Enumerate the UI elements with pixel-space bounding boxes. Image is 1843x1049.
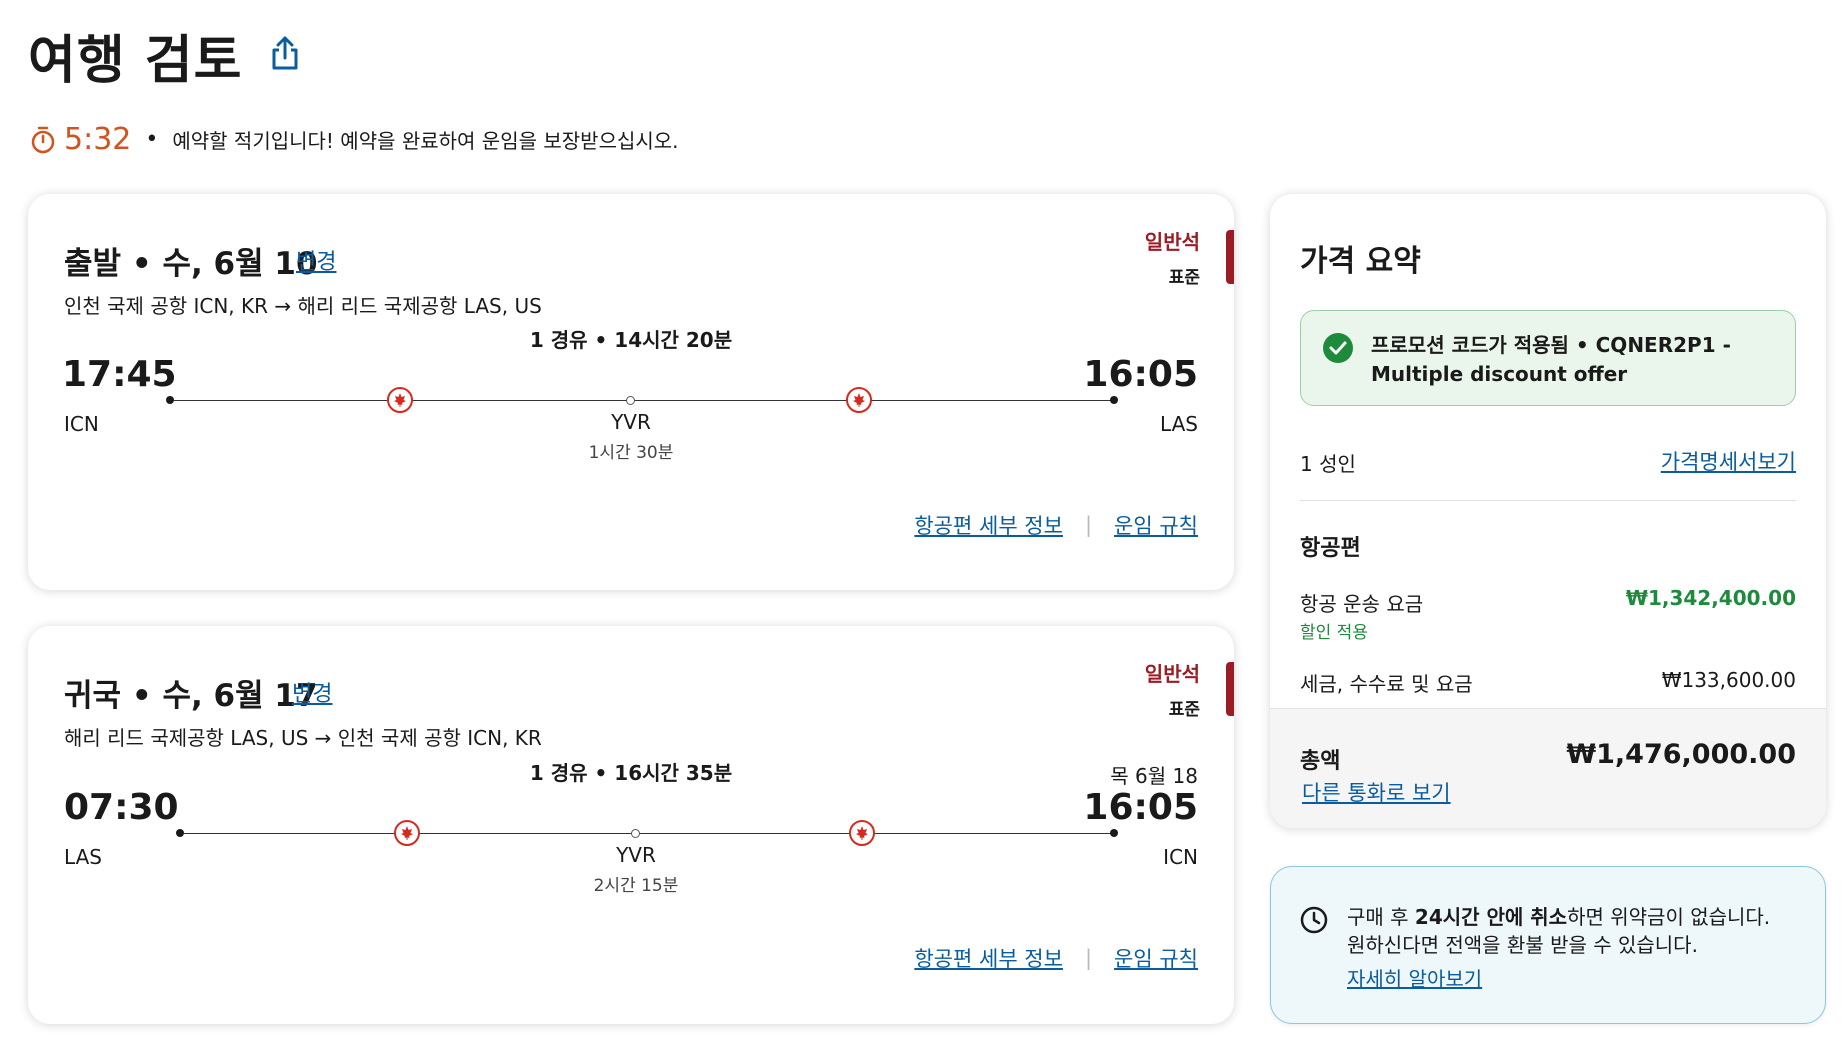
cabin-indicator-bar	[1226, 662, 1234, 716]
clock-icon	[1299, 905, 1329, 935]
base-fare-label: 항공 운송 요금	[1300, 592, 1424, 616]
departure-time: 07:30	[64, 787, 179, 828]
stopover-code: YVR	[616, 843, 656, 867]
change-flight-button[interactable]: 변경	[296, 244, 336, 276]
stopwatch-icon	[30, 126, 56, 154]
route-start-dot	[166, 396, 174, 404]
route-line	[184, 833, 1112, 834]
page-title: 여행 검토	[28, 31, 243, 91]
cancellation-info-card: 구매 후 24시간 안에 취소하면 위약금이 없습니다. 원하신다면 전액을 환…	[1270, 866, 1826, 1024]
flight-details-link[interactable]: 항공편 세부 정보	[914, 510, 1063, 540]
booking-timer: 5:32 • 예약할 적기입니다! 예약을 완료하여 운임을 보장받으십시오.	[30, 122, 679, 157]
passenger-count: 1 성인	[1300, 452, 1356, 476]
cabin-name: 일반석	[1144, 662, 1200, 686]
stopover-dot	[626, 396, 635, 405]
arrival-time: 16:05	[1083, 354, 1198, 395]
flight-route: 인천 국제 공항 ICN, KR → 해리 리드 국제공항 LAS, US	[64, 294, 542, 318]
other-currency-link[interactable]: 다른 통화로 보기	[1302, 777, 1451, 807]
cabin-indicator-bar	[1226, 230, 1234, 284]
flight-title: 귀국 • 수, 6월 17	[64, 678, 318, 714]
maple-leaf-icon	[387, 387, 413, 413]
total-value: ₩1,476,000.00	[1566, 739, 1796, 770]
promo-code-banner: 프로모션 코드가 적용됨 • CQNER2P1 - Multiple disco…	[1300, 310, 1796, 406]
price-summary-card: 가격 요약 프로모션 코드가 적용됨 • CQNER2P1 - Multiple…	[1270, 194, 1826, 828]
departure-code: ICN	[64, 412, 99, 436]
flight-links: 항공편 세부 정보 | 운임 규칙	[914, 510, 1198, 540]
maple-leaf-icon	[846, 387, 872, 413]
flights-section-title: 항공편	[1300, 536, 1361, 561]
base-fare-value: ₩1,342,400.00	[1625, 586, 1796, 610]
fare-rules-link[interactable]: 운임 규칙	[1114, 943, 1198, 973]
price-breakdown-link[interactable]: 가격명세서보기	[1661, 446, 1796, 476]
promo-line-1: 프로모션 코드가 적용됨 • CQNER2P1 -	[1371, 333, 1731, 357]
flight-title: 출발 • 수, 6월 10	[64, 246, 318, 282]
cabin-type: 표준	[1168, 268, 1200, 288]
return-flight-card: 귀국 • 수, 6월 17 변경 해리 리드 국제공항 LAS, US → 인천…	[28, 626, 1234, 1024]
departure-code: LAS	[64, 845, 102, 869]
flight-summary: 1 경유 • 16시간 35분	[529, 761, 733, 785]
cancellation-text: 구매 후 24시간 안에 취소하면 위약금이 없습니다. 원하신다면 전액을 환…	[1347, 903, 1770, 959]
cabin-name: 일반석	[1144, 230, 1200, 254]
link-separator: |	[1084, 946, 1093, 970]
check-circle-icon	[1323, 333, 1353, 363]
route-start-dot	[176, 829, 184, 837]
cabin-info: 일반석 표준	[1145, 658, 1200, 720]
timer-value: 5:32	[64, 122, 132, 157]
flight-route: 해리 리드 국제공항 LAS, US → 인천 국제 공항 ICN, KR	[64, 726, 542, 750]
stopover-code: YVR	[611, 410, 651, 434]
total-label: 총액	[1300, 749, 1341, 774]
promo-text: 프로모션 코드가 적용됨 • CQNER2P1 - Multiple disco…	[1371, 331, 1731, 389]
share-icon[interactable]	[268, 34, 302, 74]
stopover-duration: 2시간 15분	[593, 876, 679, 896]
divider	[1300, 500, 1796, 501]
learn-more-link[interactable]: 자세히 알아보기	[1347, 963, 1482, 992]
stopover-dot	[631, 829, 640, 838]
discount-note: 할인 적용	[1300, 623, 1368, 643]
route-line	[174, 400, 1112, 401]
outbound-flight-card: 출발 • 수, 6월 10 변경 인천 국제 공항 ICN, KR → 해리 리…	[28, 194, 1234, 590]
flight-links: 항공편 세부 정보 | 운임 규칙	[914, 943, 1198, 973]
arrival-time: 16:05	[1083, 787, 1198, 828]
flight-details-link[interactable]: 항공편 세부 정보	[914, 943, 1063, 973]
route-end-dot	[1110, 396, 1118, 404]
cancellation-line-1: 구매 후 24시간 안에 취소하면 위약금이 없습니다.	[1347, 905, 1771, 929]
maple-leaf-icon	[394, 820, 420, 846]
link-separator: |	[1084, 513, 1093, 537]
arrival-date: 목 6월 18	[1110, 764, 1198, 788]
flight-summary: 1 경유 • 14시간 20분	[529, 328, 733, 352]
route-end-dot	[1110, 829, 1118, 837]
change-flight-button[interactable]: 변경	[292, 676, 332, 708]
maple-leaf-icon	[849, 820, 875, 846]
price-summary-title: 가격 요약	[1300, 244, 1421, 279]
cabin-type: 표준	[1168, 700, 1200, 720]
cabin-info: 일반석 표준	[1145, 226, 1200, 288]
arrival-code: LAS	[1160, 412, 1198, 436]
timer-bullet: •	[145, 127, 159, 152]
stopover-duration: 1시간 30분	[588, 443, 674, 463]
fare-rules-link[interactable]: 운임 규칙	[1114, 510, 1198, 540]
promo-line-2: Multiple discount offer	[1371, 362, 1628, 386]
departure-time: 17:45	[62, 354, 177, 395]
cancellation-line-2: 원하신다면 전액을 환불 받을 수 있습니다.	[1347, 933, 1698, 957]
taxes-value: ₩133,600.00	[1661, 668, 1796, 692]
total-section: 총액 ₩1,476,000.00 다른 통화로 보기	[1270, 708, 1826, 828]
taxes-label: 세금, 수수료 및 요금	[1300, 672, 1473, 696]
timer-message: 예약할 적기입니다! 예약을 완료하여 운임을 보장받으십시오.	[172, 129, 679, 153]
arrival-code: ICN	[1163, 845, 1198, 869]
